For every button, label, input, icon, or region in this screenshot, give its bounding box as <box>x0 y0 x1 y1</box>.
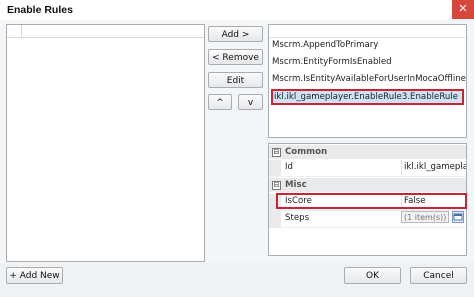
property-row-id[interactable]: Id ikl.ikl_gameplayer.EnableRule3.Enable… <box>269 160 466 177</box>
collapse-icon[interactable]: ⊟ <box>272 148 281 157</box>
title-bar: Enable Rules ✕ <box>0 0 474 20</box>
steps-value: (1 item(s)) <box>401 211 449 223</box>
available-rules-list[interactable] <box>6 24 205 262</box>
edit-button[interactable]: Edit <box>208 72 263 88</box>
row-gutter <box>269 160 281 176</box>
list-header <box>269 25 466 38</box>
list-header-column <box>7 25 22 37</box>
property-name: Id <box>285 162 293 172</box>
ellipsis-icon <box>453 213 463 221</box>
list-item[interactable]: Mscrm.EntityFormIsEnabled <box>272 56 392 69</box>
dialog-footer <box>0 263 474 297</box>
category-misc[interactable]: ⊟ Misc <box>269 178 466 192</box>
list-item-selected[interactable]: ikl.ikl_gameplayer.EnableRule3.EnableRul… <box>271 89 464 105</box>
iscore-highlight <box>276 193 467 209</box>
property-value[interactable]: ikl.ikl_gameplayer.EnableRule3.EnableRul… <box>401 160 466 175</box>
cancel-button[interactable]: Cancel <box>410 267 467 284</box>
move-up-button[interactable]: ^ <box>208 94 232 110</box>
close-icon[interactable]: ✕ <box>452 0 474 19</box>
dialog-title: Enable Rules <box>7 4 73 16</box>
list-item[interactable]: Mscrm.AppendToPrimary <box>272 39 378 52</box>
category-label: Misc <box>285 180 307 190</box>
ok-button[interactable]: OK <box>344 267 401 284</box>
move-down-button[interactable]: v <box>238 94 263 110</box>
property-name: Steps <box>285 213 310 223</box>
enable-rules-dialog: Enable Rules ✕ Add > < Remove Edit ^ v M… <box>0 0 474 297</box>
collection-editor-icon[interactable] <box>452 211 464 223</box>
category-label: Common <box>285 147 328 157</box>
selected-rules-list[interactable]: Mscrm.AppendToPrimary Mscrm.EntityFormIs… <box>268 24 467 138</box>
list-header <box>7 25 204 38</box>
list-item[interactable]: Mscrm.IsEntityAvailableForUserInMocaOffl… <box>272 73 466 86</box>
category-common[interactable]: ⊟ Common <box>269 145 466 159</box>
row-gutter <box>269 211 281 227</box>
collapse-icon[interactable]: ⊟ <box>272 181 281 190</box>
remove-button[interactable]: < Remove <box>208 49 263 65</box>
add-button[interactable]: Add > <box>208 26 263 42</box>
add-new-button[interactable]: + Add New <box>6 267 63 284</box>
